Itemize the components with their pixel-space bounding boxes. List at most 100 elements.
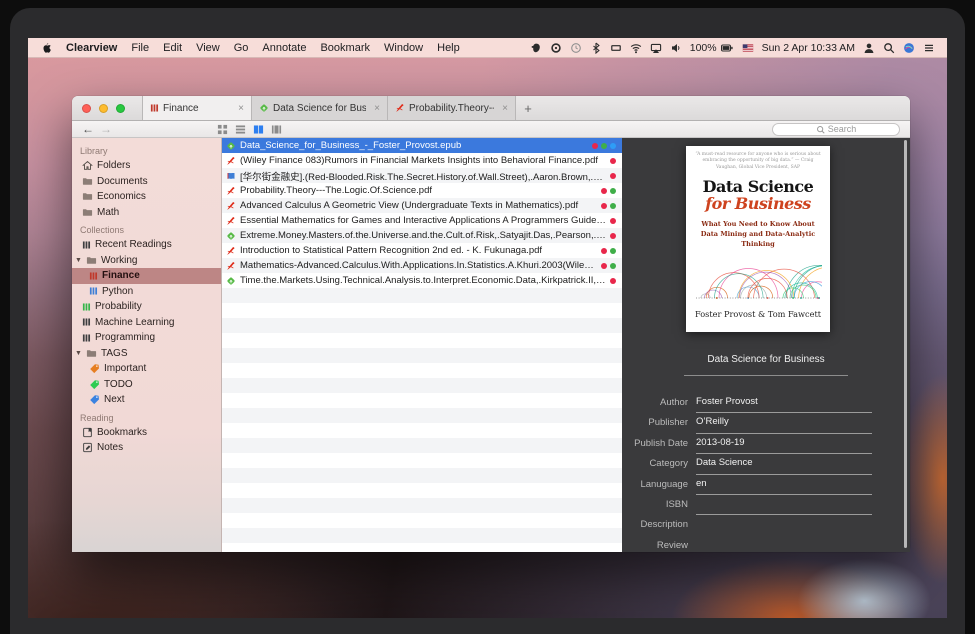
meta-row: Review xyxy=(622,536,910,552)
sidebar-item-folders[interactable]: Folders xyxy=(72,158,221,174)
file-row[interactable]: Data_Science_for_Business_-_Foster_Provo… xyxy=(222,138,622,153)
status-dots xyxy=(601,263,616,269)
forward-button[interactable]: → xyxy=(100,121,112,137)
sidebar-item-python[interactable]: Python xyxy=(72,284,221,300)
menu-edit[interactable]: Edit xyxy=(163,42,182,54)
tab-probability-theory-the-log[interactable]: Probability.Theory---The.Log× xyxy=(388,96,516,120)
menu-go[interactable]: Go xyxy=(234,42,249,54)
menu-file[interactable]: File xyxy=(131,42,149,54)
status-dots xyxy=(610,278,616,284)
epub-icon xyxy=(259,103,269,113)
cover-subtitle: What You Need to Know About Data Mining … xyxy=(694,220,822,250)
split-view-button[interactable] xyxy=(253,124,264,135)
close-window-button[interactable] xyxy=(82,104,91,113)
file-row[interactable]: Time.the.Markets.Using.Technical.Analysi… xyxy=(222,273,622,288)
file-row[interactable]: Advanced Calculus A Geometric View (Unde… xyxy=(222,198,622,213)
spine-view-button[interactable] xyxy=(271,124,282,135)
sidebar-item-recent-readings[interactable]: Recent Readings xyxy=(72,237,221,253)
sidebar-item-bookmarks[interactable]: Bookmarks xyxy=(72,425,221,441)
airplay-icon[interactable] xyxy=(650,42,662,54)
sidebar-item-probability[interactable]: Probability xyxy=(72,299,221,315)
time-machine-icon[interactable] xyxy=(570,42,582,54)
file-row[interactable]: (Wiley Finance 083)Rumors in Financial M… xyxy=(222,153,622,168)
volume-icon[interactable] xyxy=(670,42,682,54)
meta-value: en xyxy=(696,478,872,491)
minimize-window-button[interactable] xyxy=(99,104,108,113)
disclosure-triangle-icon[interactable]: ▼ xyxy=(75,350,82,357)
sidebar-item-economics[interactable]: Economics xyxy=(72,189,221,205)
wifi-icon[interactable] xyxy=(630,42,642,54)
sidebar-item-notes[interactable]: Notes xyxy=(72,440,221,456)
evernote-icon[interactable] xyxy=(530,42,542,54)
file-row[interactable]: Mathematics-Advanced.Calculus.With.Appli… xyxy=(222,258,622,273)
sidebar-item-todo[interactable]: TODO xyxy=(72,377,221,393)
sidebar-item-label: Economics xyxy=(97,191,146,202)
us-flag-icon[interactable] xyxy=(742,42,754,54)
meta-field-isbn[interactable] xyxy=(696,498,872,515)
meta-row: ISBN xyxy=(622,495,910,515)
sidebar-item-next[interactable]: Next xyxy=(72,392,221,408)
menu-window[interactable]: Window xyxy=(384,42,423,54)
tab-data-science-for-business[interactable]: Data Science for Business× xyxy=(252,96,388,120)
meta-field-author[interactable]: Foster Provost xyxy=(696,396,872,413)
meta-field-lanuguage[interactable]: en xyxy=(696,478,872,495)
tab-close-icon[interactable]: × xyxy=(370,103,380,114)
back-button[interactable]: ← xyxy=(82,121,94,137)
battery-icon[interactable] xyxy=(721,42,734,54)
sidebar-item-finance[interactable]: Finance xyxy=(72,268,221,284)
zoom-window-button[interactable] xyxy=(116,104,125,113)
status-dots xyxy=(610,158,616,164)
siri-icon[interactable] xyxy=(903,42,915,54)
meta-field-publish-date[interactable]: 2013-08-19 xyxy=(696,437,872,454)
file-row[interactable]: Extreme.Money.Masters.of.the.Universe.an… xyxy=(222,228,622,243)
sidebar-item-important[interactable]: Important xyxy=(72,361,221,377)
user-icon[interactable] xyxy=(863,42,875,54)
mobi-icon xyxy=(226,171,236,181)
bluetooth-icon[interactable] xyxy=(590,42,602,54)
collection-icon xyxy=(150,103,159,113)
status-dots xyxy=(601,248,616,254)
privacy-eye-icon[interactable] xyxy=(550,42,562,54)
list-view-button[interactable] xyxy=(235,124,246,135)
spotlight-icon[interactable] xyxy=(883,42,895,54)
file-row[interactable]: Essential Mathematics for Games and Inte… xyxy=(222,213,622,228)
disclosure-triangle-icon[interactable]: ▼ xyxy=(75,257,82,264)
new-tab-button[interactable]: + xyxy=(516,96,540,120)
keyboard-icon[interactable] xyxy=(610,42,622,54)
tab-close-icon[interactable]: × xyxy=(498,103,508,114)
sidebar-item-documents[interactable]: Documents xyxy=(72,174,221,190)
search-input[interactable]: Search xyxy=(772,123,900,136)
menu-view[interactable]: View xyxy=(196,42,220,54)
sidebar-item-label: Important xyxy=(104,363,146,374)
file-name: Extreme.Money.Masters.of.the.Universe.an… xyxy=(240,230,606,241)
apple-menu-icon[interactable] xyxy=(40,42,52,54)
file-row[interactable]: Introduction to Statistical Pattern Reco… xyxy=(222,243,622,258)
sidebar-item-machine-learning[interactable]: Machine Learning xyxy=(72,315,221,331)
sidebar-item-programming[interactable]: Programming xyxy=(72,330,221,346)
grid-view-button[interactable] xyxy=(217,124,228,135)
folder-icon xyxy=(82,176,93,187)
tab-close-icon[interactable]: × xyxy=(234,103,244,114)
meta-label: Author xyxy=(622,396,696,413)
sidebar-item-math[interactable]: Math xyxy=(72,205,221,221)
sidebar-item-working[interactable]: ▼Working xyxy=(72,253,221,269)
meta-field-description[interactable] xyxy=(696,518,872,535)
sidebar-item-tags[interactable]: ▼TAGS xyxy=(72,346,221,362)
menu-bar-clock[interactable]: Sun 2 Apr 10:33 AM xyxy=(762,42,855,54)
menu-help[interactable]: Help xyxy=(437,42,460,54)
menu-bookmark[interactable]: Bookmark xyxy=(320,42,370,54)
file-row[interactable]: [华尔街金融史].(Red-Blooded.Risk.The.Secret.Hi… xyxy=(222,168,622,183)
meta-field-review[interactable] xyxy=(696,539,872,552)
meta-field-publisher[interactable]: O’Reilly xyxy=(696,416,872,433)
menu-annotate[interactable]: Annotate xyxy=(262,42,306,54)
books-icon xyxy=(89,271,98,281)
detail-scrollbar[interactable] xyxy=(904,140,907,548)
file-row[interactable]: Probability.Theory---The.Logic.Of.Scienc… xyxy=(222,183,622,198)
meta-field-category[interactable]: Data Science xyxy=(696,457,872,474)
red-dot xyxy=(601,263,607,269)
notification-center-icon[interactable] xyxy=(923,42,935,54)
red-dot xyxy=(610,158,616,164)
status-dots xyxy=(592,143,616,149)
menu-clearview[interactable]: Clearview xyxy=(66,42,117,54)
tab-finance[interactable]: Finance× xyxy=(142,96,252,120)
